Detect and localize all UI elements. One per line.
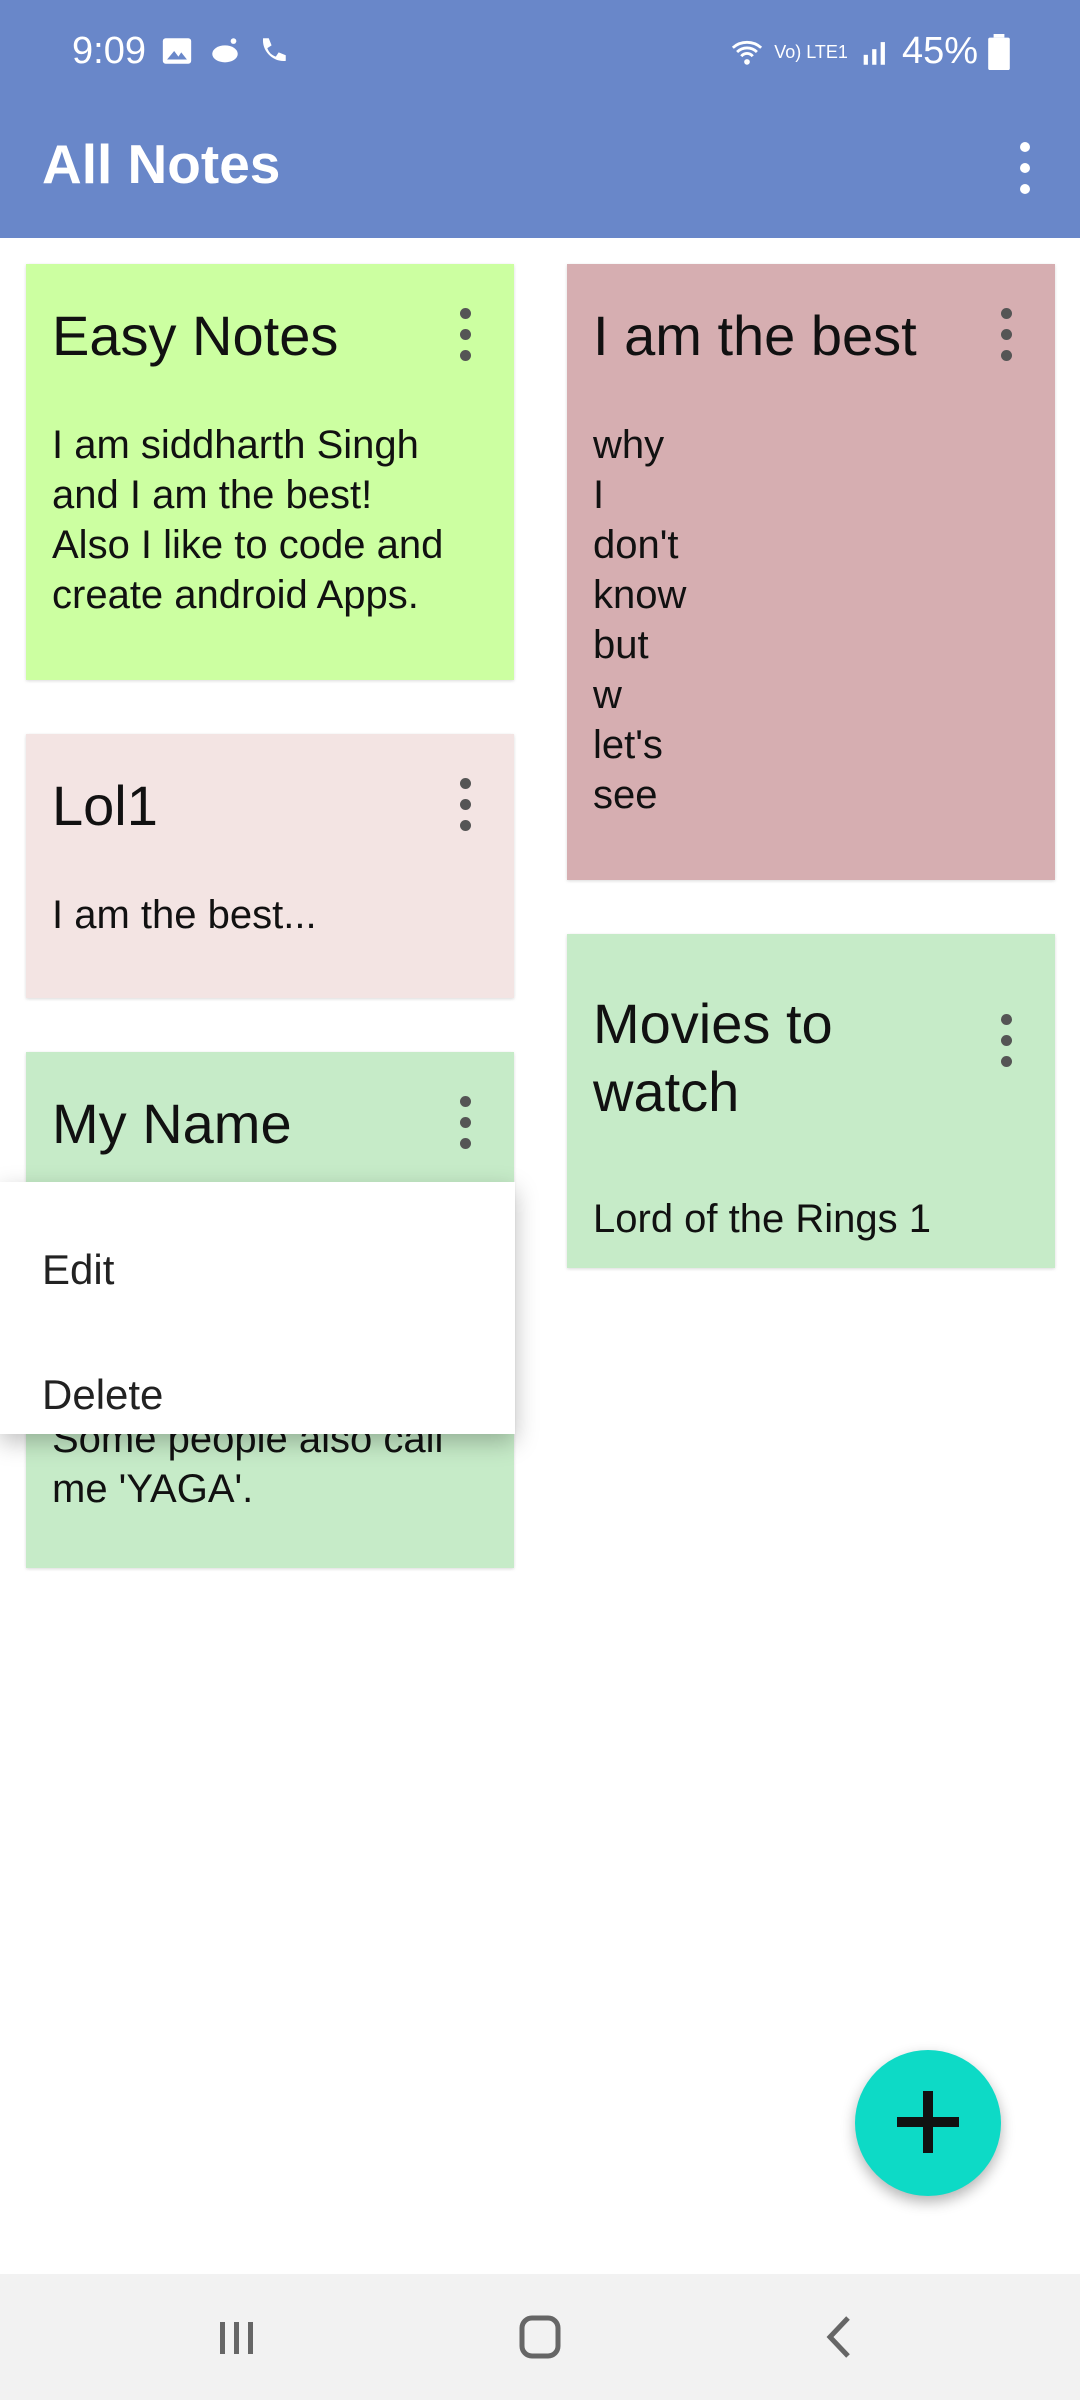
note-menu-icon[interactable] (450, 304, 480, 366)
note-menu-icon[interactable] (991, 304, 1021, 366)
note-body: why I don't know but w let's see (593, 423, 687, 817)
overflow-menu-icon[interactable] (1006, 138, 1042, 198)
reddit-icon (212, 38, 238, 63)
note-menu-icon[interactable] (450, 774, 480, 836)
note-title: My Name (52, 1092, 292, 1155)
note-body: I am siddharth Singh and I am the best! … (52, 423, 444, 617)
edit-menu-item[interactable]: Edit (42, 1246, 114, 1294)
note-title: Easy Notes (52, 304, 339, 367)
status-bar: 9:09 Vo) LTE1 45% (0, 0, 1080, 110)
note-card[interactable]: Lol1 I am the best... (26, 734, 514, 998)
note-context-menu: Edit Delete (0, 1182, 515, 1434)
back-icon[interactable] (800, 2304, 880, 2370)
note-title: Lol1 (52, 774, 158, 837)
system-icons: Vo) LTE1 45% (730, 30, 1010, 73)
signal-icon (863, 41, 885, 65)
call-icon (262, 38, 286, 62)
app-bar: 9:09 Vo) LTE1 45% All Notes (0, 0, 1080, 238)
notification-icons (160, 34, 290, 68)
note-card[interactable]: Movies to watch Lord of the Rings 1 (567, 934, 1055, 1268)
battery-icon (988, 33, 1010, 70)
note-title: I am the best (593, 304, 917, 367)
system-nav-bar (0, 2274, 1080, 2400)
page-title: All Notes (42, 133, 281, 195)
network-label: Vo) LTE1 (774, 41, 848, 62)
gallery-icon (162, 38, 192, 64)
note-menu-icon[interactable] (450, 1092, 480, 1154)
status-time: 9:09 (72, 30, 146, 72)
note-menu-icon[interactable] (991, 1010, 1021, 1072)
note-body: I am the best... (52, 893, 317, 937)
delete-menu-item[interactable]: Delete (42, 1371, 163, 1419)
wifi-icon (732, 40, 763, 65)
note-card[interactable]: I am the best why I don't know but w let… (567, 264, 1055, 880)
note-card[interactable]: Easy Notes I am siddharth Singh and I am… (26, 264, 514, 680)
add-note-button[interactable] (855, 2050, 1001, 2196)
home-icon[interactable] (500, 2304, 580, 2370)
note-body: Lord of the Rings 1 (593, 1197, 931, 1241)
recent-apps-icon[interactable] (196, 2304, 276, 2370)
note-title: Movies to watch (593, 992, 833, 1123)
battery-percent: 45% (901, 30, 978, 72)
